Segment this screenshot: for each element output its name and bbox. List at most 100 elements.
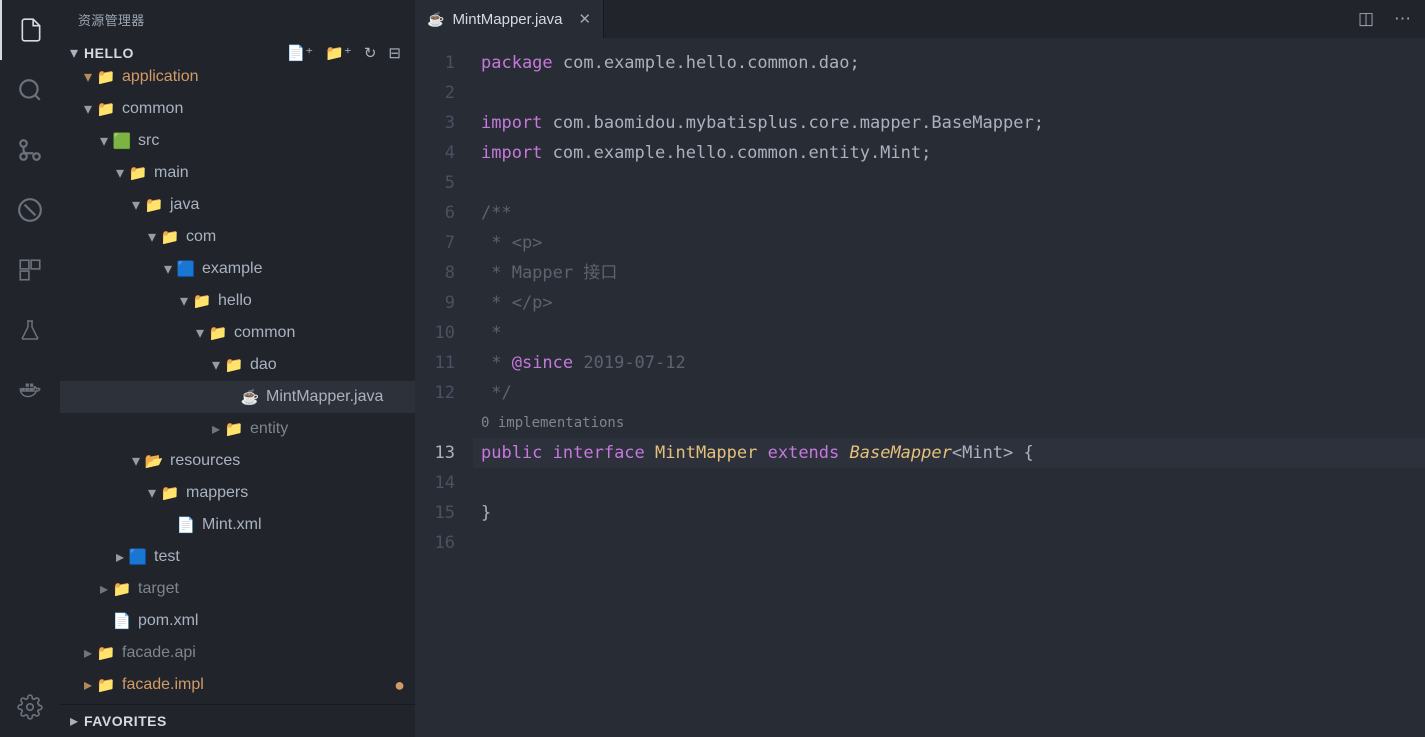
code-body[interactable]: package com.example.hello.common.dao; im… <box>473 38 1425 737</box>
file-icon: 📁 <box>96 69 116 86</box>
tree-item-java[interactable]: ▾📁java <box>60 189 415 221</box>
tabbar-actions: ◫ ⋯ <box>1344 0 1425 38</box>
tree-item-facade-api[interactable]: ▸📁facade.api <box>60 637 415 669</box>
tree-item-label: mappers <box>186 484 248 502</box>
file-icon: 📁 <box>160 228 180 246</box>
tree-item-dao[interactable]: ▾📁 dao <box>60 349 415 381</box>
tree-item-facade-impl[interactable]: ▸📁facade.impl● <box>60 669 415 701</box>
explorer-sidebar: 资源管理器 ▾ HELLO 📄⁺ 📁⁺ ↻ ⊟ ▾📁application▾📁c… <box>60 0 415 737</box>
tree-item-label: com <box>186 228 216 246</box>
file-icon: 📁 <box>144 196 164 214</box>
split-editor-icon[interactable]: ◫ <box>1358 9 1374 29</box>
twisty-icon: ▾ <box>160 259 176 279</box>
tree-item-label: hello <box>218 292 252 310</box>
tree-item-label: MintMapper.java <box>266 388 383 406</box>
tree-item-label: application <box>122 69 199 86</box>
section-header-favorites[interactable]: ▸ FAVORITES <box>60 704 415 737</box>
tree-item-mintmapper-java[interactable]: ☕MintMapper.java <box>60 381 415 413</box>
tree-item-com[interactable]: ▾📁 com <box>60 221 415 253</box>
twisty-icon: ▾ <box>176 291 192 311</box>
tab-label: MintMapper.java <box>452 11 562 28</box>
tree-item-mint-xml[interactable]: 📄 Mint.xml <box>60 509 415 541</box>
tree-item-label: common <box>122 100 183 118</box>
twisty-icon: ▾ <box>144 483 160 503</box>
tree-item-common[interactable]: ▾📁common <box>60 317 415 349</box>
chevron-down-icon: ▾ <box>64 43 84 63</box>
tree-item-common[interactable]: ▾📁common <box>60 93 415 125</box>
activity-bar <box>0 0 60 737</box>
activity-search-icon[interactable] <box>0 60 60 120</box>
twisty-icon: ▾ <box>144 227 160 247</box>
file-icon: 📁 <box>208 324 228 342</box>
tree-item-label: java <box>170 196 199 214</box>
tree-item-src[interactable]: ▾🟩src <box>60 125 415 157</box>
tree-item-label: Mint.xml <box>202 516 262 534</box>
refresh-icon[interactable]: ↻ <box>364 44 377 62</box>
file-icon: 📁 <box>112 580 132 598</box>
twisty-icon: ▸ <box>80 643 96 663</box>
file-icon: 🟩 <box>112 132 132 150</box>
activity-scm-icon[interactable] <box>0 120 60 180</box>
file-icon: 📁 <box>96 100 116 118</box>
tree-item-example[interactable]: ▾🟦 example <box>60 253 415 285</box>
section-actions: 📄⁺ 📁⁺ ↻ ⊟ <box>287 44 405 62</box>
file-icon: 📄 <box>176 516 196 534</box>
tree-item-label: resources <box>170 452 240 470</box>
tab-bar: ☕ MintMapper.java ✕ ◫ ⋯ <box>415 0 1425 38</box>
tree-item-label: example <box>202 260 262 278</box>
activity-debug-icon[interactable] <box>0 180 60 240</box>
modified-dot-icon: ● <box>384 675 415 696</box>
tree-item-hello[interactable]: ▾📁 hello <box>60 285 415 317</box>
twisty-icon: ▸ <box>112 547 128 567</box>
tree-item-mappers[interactable]: ▾📁 mappers <box>60 477 415 509</box>
twisty-icon: ▸ <box>96 579 112 599</box>
editor-group: ☕ MintMapper.java ✕ ◫ ⋯ 1234 5678 910111… <box>415 0 1425 737</box>
tree-item-test[interactable]: ▸🟦test <box>60 541 415 573</box>
file-icon: 📁 <box>224 420 244 438</box>
section-header-label: HELLO <box>84 45 287 61</box>
tree-item-integration[interactable]: ▸📁integration <box>60 701 415 704</box>
tree-item-label: test <box>154 548 180 566</box>
tree-item-resources[interactable]: ▾📂 resources <box>60 445 415 477</box>
file-tree[interactable]: ▾📁application▾📁common▾🟩src▾📁main▾📁java▾📁… <box>60 69 415 704</box>
tree-item-application[interactable]: ▾📁 application <box>60 69 415 93</box>
tree-item-entity[interactable]: ▸📁entity <box>60 413 415 445</box>
twisty-icon: ▾ <box>80 69 96 87</box>
activity-flask-icon[interactable] <box>0 300 60 360</box>
section-header-hello[interactable]: ▾ HELLO 📄⁺ 📁⁺ ↻ ⊟ <box>60 37 415 69</box>
tree-item-label: facade.api <box>122 644 196 662</box>
tree-item-pom-xml[interactable]: 📄 pom.xml <box>60 605 415 637</box>
codelens[interactable]: 0 implementations <box>473 408 1425 438</box>
tree-item-label: common <box>234 324 295 342</box>
file-icon: 📁 <box>192 292 212 310</box>
tree-item-label: main <box>154 164 189 182</box>
file-icon: 📁 <box>160 484 180 502</box>
tree-item-label: pom.xml <box>138 612 198 630</box>
tree-item-label: dao <box>250 356 277 374</box>
file-icon: 📄 <box>112 612 132 630</box>
activity-settings-icon[interactable] <box>0 677 60 737</box>
activity-docker-icon[interactable] <box>0 360 60 420</box>
chevron-right-icon: ▸ <box>64 711 84 731</box>
collapse-icon[interactable]: ⊟ <box>388 44 401 62</box>
new-file-icon[interactable]: 📄⁺ <box>287 44 314 62</box>
tree-item-target[interactable]: ▸📁 target <box>60 573 415 605</box>
activity-extensions-icon[interactable] <box>0 240 60 300</box>
file-icon: 📂 <box>144 452 164 470</box>
twisty-icon: ▾ <box>128 451 144 471</box>
sidebar-title: 资源管理器 <box>60 0 415 37</box>
file-icon: 📁 <box>224 356 244 374</box>
tree-item-label: target <box>138 580 179 598</box>
tab-mintmapper[interactable]: ☕ MintMapper.java ✕ <box>415 0 604 38</box>
tree-item-label: facade.impl <box>122 676 204 694</box>
activity-explorer-icon[interactable] <box>0 0 60 60</box>
favorites-label: FAVORITES <box>84 713 167 729</box>
tree-item-main[interactable]: ▾📁main <box>60 157 415 189</box>
twisty-icon: ▾ <box>208 355 224 375</box>
new-folder-icon[interactable]: 📁⁺ <box>325 44 352 62</box>
more-icon[interactable]: ⋯ <box>1394 9 1411 29</box>
line-gutter: 1234 5678 9101112 13141516 <box>415 38 473 737</box>
file-icon: 🟦 <box>176 260 196 278</box>
close-icon[interactable]: ✕ <box>571 10 592 28</box>
code-editor[interactable]: 1234 5678 9101112 13141516 package com.e… <box>415 38 1425 737</box>
